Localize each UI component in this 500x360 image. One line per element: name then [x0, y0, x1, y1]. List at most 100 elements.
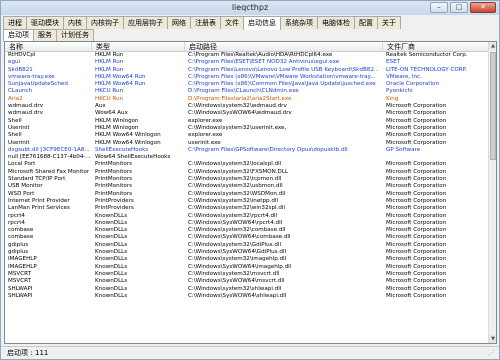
cell-path: D:\Program Files\CLaunch\CLNdmin.exe [188, 88, 299, 95]
cell-vendor: Microsoft Corporation [386, 285, 447, 292]
table-row[interactable]: combase KnownDLLs C:\Windows\SysWOW64\comb… [5, 234, 490, 241]
column-header-name[interactable]: 名称 [5, 42, 92, 52]
cell-path: C:\Program Files (x86)\Common Files\Java… [188, 81, 376, 88]
table-row[interactable]: Local Port PrintMonitors C:\Windows\system… [5, 161, 490, 168]
column-header-vendor[interactable]: 文件厂商 [383, 42, 490, 52]
tab-0[interactable]: 进程 [3, 16, 27, 29]
cell-vendor: ESET [386, 59, 401, 66]
tab-11[interactable]: 配置 [354, 16, 378, 29]
scroll-thumb[interactable] [490, 52, 496, 160]
subtab-0[interactable]: 启动项 [3, 29, 34, 41]
table-row[interactable]: gdiplus KnownDLLs C:\Windows\system32\GdiP… [5, 242, 490, 249]
close-button[interactable]: ✕ [470, 2, 496, 13]
subtab-2[interactable]: 计划任务 [56, 29, 94, 41]
table-row[interactable]: SunJavaUpdateSched HKLM Wow64 Run C:\Progr… [5, 81, 490, 88]
table-row[interactable]: USB Monitor PrintMonitors C:\Windows\syste… [5, 183, 490, 190]
table-row[interactable]: SkdB821 HKLM Run C:\Program Files\Lenovo\L… [5, 67, 490, 74]
table-row[interactable]: MSVCRT KnownDLLs C:\Windows\SysWOW64\msvcr… [5, 278, 490, 285]
table-row[interactable]: Standard TCP/IP Port PrintMonitors C:\Wind… [5, 176, 490, 183]
cell-type: PrintMonitors [95, 190, 133, 197]
table-row[interactable]: MSVCRT KnownDLLs C:\Windows\system32\msvcr… [5, 271, 490, 278]
table-row[interactable]: SHLWAPI KnownDLLs C:\Windows\SysWOW64\shlw… [5, 293, 490, 300]
column-header-type[interactable]: 类型 [92, 42, 185, 52]
cell-vendor: VMware, Inc. [386, 73, 422, 80]
table-row[interactable]: Shell HKLM Wow64 Winlogon explorer.exe Micr… [5, 132, 490, 139]
cell-name: Local Port [8, 161, 36, 168]
table-row[interactable]: Userinit HKLM Wow64 Winlogon userinit.exe M… [5, 140, 490, 147]
resize-grip-icon[interactable]: ⋰ [488, 349, 497, 358]
cell-name: Aria2 [8, 95, 23, 102]
cell-vendor: Microsoft Corporation [386, 124, 447, 131]
table-row[interactable]: dsgsubt.dll [3CF9ECE0-1A8... ShellExecute… [5, 147, 490, 154]
tab-8[interactable]: 启动信息 [243, 16, 281, 30]
cell-name: egui [8, 59, 21, 66]
cell-name: Shell [8, 132, 22, 139]
tab-5[interactable]: 网络 [167, 16, 191, 29]
cell-vendor: Microsoft Corporation [386, 168, 447, 175]
tab-3[interactable]: 内核钩子 [86, 16, 124, 29]
subtab-1[interactable]: 服务 [33, 29, 57, 41]
cell-path: C:\Program Files\ESET\ESET NOD32 Antivir… [188, 59, 340, 66]
cell-type: PrintMonitors [95, 176, 133, 183]
cell-path: C:\Windows\system32\msvcrt.dll [188, 270, 280, 277]
tab-7[interactable]: 文件 [220, 16, 244, 29]
cell-type: HKLM Winlogon [95, 124, 139, 131]
cell-name: USB Monitor [8, 183, 43, 190]
table-row[interactable]: wdmaud.drv Wow64 Aux C:\Windows\SysWOW64\w… [5, 110, 490, 117]
tab-1[interactable]: 驱动模块 [26, 16, 64, 29]
scroll-down-icon[interactable]: ▼ [489, 335, 496, 343]
table-row[interactable]: LanMan Print Services PrintProviders C:\Wi… [5, 205, 490, 212]
cell-type: HKLM Run [95, 59, 124, 66]
startup-list[interactable]: 名称 类型 启动路径 文件厂商 RtHDVCpl HKLM Run C:\Progr… [4, 41, 497, 344]
column-header-path[interactable]: 启动路径 [185, 42, 383, 52]
cell-name: MSVCRT [8, 278, 32, 285]
cell-type: KnownDLLs [95, 227, 128, 234]
table-row[interactable]: IMAGEHLP KnownDLLs C:\Windows\SysWOW64\ima… [5, 264, 490, 271]
table-row[interactable]: combase KnownDLLs C:\Windows\system32\comb… [5, 227, 490, 234]
table-row[interactable]: gdiplus KnownDLLs C:\Windows\SysWOW64\GdiP… [5, 249, 490, 256]
table-row[interactable]: vmware-tray.exe HKLM Wow64 Run C:\Program … [5, 74, 490, 81]
table-row[interactable]: Microsoft Shared Fax Monitor PrintMonitor… [5, 169, 490, 176]
cell-vendor: Microsoft Corporation [386, 227, 447, 234]
table-row[interactable]: SHLWAPI KnownDLLs C:\Windows\system32\shlw… [5, 286, 490, 293]
tab-10[interactable]: 电脑体检 [317, 16, 355, 29]
table-row[interactable]: CLaunch HKCU Run D:\Program Files\CLaunch\… [5, 88, 490, 95]
cell-type: PrintMonitors [95, 168, 133, 175]
cell-type: Wow64 ShellExecuteHooks [95, 154, 171, 161]
cell-vendor: Oracle Corporation [386, 81, 440, 88]
table-row[interactable]: wdmaud.drv Aux C:\Windows\system32\wdmaud.… [5, 103, 490, 110]
cell-vendor: Microsoft Corporation [386, 183, 447, 190]
table-row[interactable]: Aria2 HKCU Run D:\Program Files\aria2\aria… [5, 96, 490, 103]
cell-name: null [EE761688-C137-4b04-... [8, 154, 91, 161]
table-row[interactable]: Internet Print Provider PrintProviders C:\… [5, 198, 490, 205]
tab-4[interactable]: 应用层钩子 [123, 16, 168, 29]
tab-12[interactable]: 关于 [377, 16, 401, 29]
table-row[interactable]: Shell HKLM Winlogon explorer.exe Microsoft … [5, 118, 490, 125]
cell-type: PrintMonitors [95, 161, 133, 168]
table-row[interactable]: Userinit HKLM Winlogon C:\Windows\system32… [5, 125, 490, 132]
table-row[interactable]: rpcrt4 KnownDLLs C:\Windows\SysWOW64\rpcrt… [5, 220, 490, 227]
cell-vendor: Microsoft Corporation [386, 103, 447, 110]
cell-vendor: Microsoft Corporation [386, 197, 447, 204]
cell-path: C:\Windows\system32\shlwapi.dll [188, 285, 282, 292]
cell-path: C:\Windows\system32\rpcrt4.dll [188, 212, 278, 219]
list-header: 名称 类型 启动路径 文件厂商 [5, 42, 490, 52]
tab-9[interactable]: 系统杂项 [280, 16, 318, 29]
tab-2[interactable]: 内核 [63, 16, 87, 29]
table-row[interactable]: rpcrt4 KnownDLLs C:\Windows\system32\rpcrt… [5, 213, 490, 220]
minimize-button[interactable]: – [430, 2, 448, 13]
table-row[interactable]: egui HKLM Run C:\Program Files\ESET\ESET N… [5, 59, 490, 66]
cell-vendor: Microsoft Corporation [386, 256, 447, 263]
cell-type: KnownDLLs [95, 241, 128, 248]
table-row[interactable]: IMAGEHLP KnownDLLs C:\Windows\system32\ima… [5, 256, 490, 263]
table-row[interactable]: WSD Port PrintMonitors C:\Windows\system32… [5, 191, 490, 198]
tab-6[interactable]: 注册表 [190, 16, 221, 29]
scroll-up-icon[interactable]: ▲ [489, 42, 496, 50]
title-bar[interactable]: lieqcthpz – □ ✕ [1, 1, 499, 15]
cell-vendor: Microsoft Corporation [386, 234, 447, 241]
cell-name: WSD Port [8, 190, 35, 197]
table-row[interactable]: RtHDVCpl HKLM Run C:\Program Files\Realtek… [5, 52, 490, 59]
table-row[interactable]: null [EE761688-C137-4b04-... Wow64 ShellE… [5, 154, 490, 161]
vertical-scrollbar[interactable]: ▲ ▼ [488, 42, 496, 343]
maximize-button[interactable]: □ [450, 2, 468, 13]
